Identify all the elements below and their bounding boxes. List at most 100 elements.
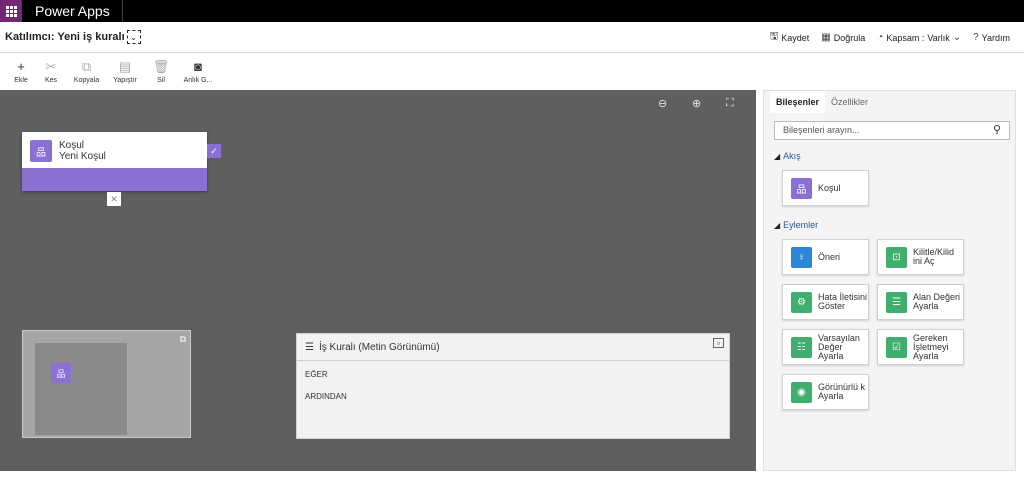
- tile-recommendation[interactable]: ♀ Öneri: [782, 239, 869, 275]
- close-icon[interactable]: ✕: [107, 192, 121, 206]
- text-view-panel: ☰ İş Kuralı (Metin Görünümü) ▫ EĞER ARDI…: [296, 333, 730, 439]
- status-strip: [0, 471, 1024, 484]
- text-view-then: ARDINDAN: [305, 392, 347, 401]
- zoom-in-icon[interactable]: ⊕: [692, 97, 701, 110]
- search-icon[interactable]: ⚲: [993, 122, 1001, 139]
- validate-icon: ▦: [821, 32, 831, 43]
- text-view-header: ☰ İş Kuralı (Metin Görünümü): [297, 334, 729, 361]
- tile-label: Varsayılan Değer Ayarla: [818, 332, 860, 361]
- paste-label: Yapıştır: [113, 77, 137, 84]
- condition-footer: [22, 168, 207, 191]
- validate-label: Doğrula: [833, 32, 866, 43]
- snapshot-label: Anlık G...: [183, 77, 213, 84]
- section-actions-label: Eylemler: [783, 220, 819, 230]
- condition-name: Yeni Koşul: [59, 151, 106, 162]
- toolbar: + Ekle ✂ Kes ⧉ Kopyala ▤ Yapıştır 🗑 Sil …: [0, 54, 1024, 90]
- add-label: Ekle: [14, 77, 28, 84]
- snapshot-button[interactable]: ◙ Anlık G...: [177, 54, 219, 90]
- condition-icon: 品: [51, 363, 71, 383]
- chevron-down-icon[interactable]: ⌄: [126, 30, 141, 44]
- help-button[interactable]: ? Yardım: [973, 32, 1010, 43]
- scope-label: Kapsam :: [886, 32, 925, 43]
- copy-label: Kopyala: [73, 77, 100, 84]
- tile-set-required[interactable]: ☑ Gereken İşletmeyi Ayarla: [877, 329, 964, 365]
- minimap[interactable]: 品 ⧉: [22, 330, 191, 438]
- required-icon: ☑: [886, 336, 907, 358]
- tile-label: Görünürlü k Ayarla: [818, 382, 866, 401]
- rules-icon: ☰: [305, 341, 314, 353]
- condition-icon: 品: [791, 177, 812, 199]
- top-bar: Power Apps: [0, 0, 1024, 22]
- app-launcher-icon[interactable]: [0, 0, 22, 22]
- lightbulb-icon: ♀: [791, 246, 812, 268]
- checkmark-icon[interactable]: ✓: [207, 144, 221, 158]
- tile-label: Koşul: [818, 182, 841, 193]
- page-title: Katılımcı: Yeni iş kuralı ⌄: [0, 30, 141, 44]
- text-view-if: EĞER: [305, 370, 328, 379]
- chevron-down-icon: ⌄: [952, 32, 962, 43]
- tile-label: Kilitle/Kilid ini Aç: [913, 247, 955, 266]
- tile-label: Öneri: [818, 251, 841, 262]
- tile-lock-unlock[interactable]: ⊡ Kilitle/Kilid ini Aç: [877, 239, 964, 275]
- tab-components[interactable]: Bileşenler: [770, 91, 826, 113]
- cut-button[interactable]: ✂ Kes: [34, 54, 68, 90]
- lock-icon: ⊡: [886, 246, 907, 268]
- panel-tabs: Bileşenler Özellikler: [770, 91, 874, 113]
- save-icon: 🖫: [769, 31, 779, 42]
- components-panel: Bileşenler Özellikler Bileşenleri arayın…: [763, 90, 1016, 471]
- section-flow-label: Akış: [783, 151, 801, 161]
- copy-icon: ⧉: [81, 59, 92, 74]
- tile-set-default-value[interactable]: ☷ Varsayılan Değer Ayarla: [782, 329, 869, 365]
- section-flow[interactable]: ◢ Akış: [774, 151, 801, 161]
- condition-icon: 品: [30, 140, 52, 162]
- tile-set-visibility[interactable]: ◉ Görünürlü k Ayarla: [782, 374, 869, 410]
- expand-icon[interactable]: ▫: [713, 338, 724, 348]
- tile-label: Hata İletisini Göster: [818, 292, 868, 311]
- title-bar: Katılımcı: Yeni iş kuralı ⌄ 🖫 Kaydet ▦ D…: [0, 22, 1024, 53]
- validate-button[interactable]: ▦ Doğrula: [821, 32, 865, 43]
- tile-label: Alan Değeri Ayarla: [913, 292, 961, 311]
- minimap-viewport[interactable]: 品: [35, 343, 127, 435]
- visibility-icon: ◉: [791, 381, 812, 403]
- search-input[interactable]: Bileşenleri arayın... ⚲: [774, 121, 1010, 140]
- app-name[interactable]: Power Apps: [22, 0, 123, 22]
- default-value-icon: ☷: [791, 336, 812, 358]
- delete-button[interactable]: 🗑 Sil: [145, 54, 177, 90]
- tile-label: Gereken İşletmeyi Ayarla: [913, 332, 949, 361]
- help-label: Yardım: [981, 32, 1010, 43]
- trash-icon: 🗑: [152, 59, 170, 74]
- title-actions: 🖫 Kaydet ▦ Doğrula ◔ Kapsam : Varlık ⌄ ?…: [770, 22, 1010, 53]
- designer-canvas[interactable]: ⊖ ⊕ ⛶ 品 Koşul Yeni Koşul ✓ ✕ 品 ⧉ ☰ İş Ku…: [0, 90, 756, 471]
- page-title-text: Katılımcı: Yeni iş kuralı: [5, 31, 125, 43]
- copy-button[interactable]: ⧉ Kopyala: [68, 54, 105, 90]
- save-label: Kaydet: [781, 32, 810, 43]
- collapse-icon: ◢: [774, 220, 781, 230]
- tile-show-error[interactable]: ⚙ Hata İletisini Göster: [782, 284, 869, 320]
- cut-label: Kes: [44, 77, 58, 84]
- field-value-icon: ☰: [886, 291, 907, 313]
- condition-node[interactable]: 品 Koşul Yeni Koşul: [22, 132, 207, 191]
- help-icon: ?: [973, 32, 979, 43]
- fit-to-screen-icon[interactable]: ⛶: [726, 97, 734, 110]
- zoom-out-icon[interactable]: ⊖: [658, 97, 667, 110]
- tile-condition[interactable]: 品 Koşul: [782, 170, 869, 206]
- add-button[interactable]: + Ekle: [8, 54, 34, 90]
- expand-icon[interactable]: ⧉: [180, 334, 186, 345]
- camera-icon: ◙: [194, 59, 202, 74]
- paste-button[interactable]: ▤ Yapıştır: [105, 54, 145, 90]
- section-actions[interactable]: ◢ Eylemler: [774, 220, 818, 230]
- delete-label: Sil: [157, 77, 165, 84]
- tab-properties[interactable]: Özellikler: [825, 91, 874, 113]
- scope-value: Varlık: [927, 32, 950, 43]
- scissors-icon: ✂: [45, 59, 57, 74]
- scope-icon: ◔: [877, 32, 884, 43]
- plus-icon: +: [17, 59, 25, 74]
- scope-dropdown[interactable]: ◔ Kapsam : Varlık ⌄: [877, 32, 961, 43]
- save-button[interactable]: 🖫 Kaydet: [770, 29, 810, 46]
- condition-type: Koşul: [59, 140, 85, 151]
- text-view-title: İş Kuralı (Metin Görünümü): [318, 341, 440, 353]
- search-placeholder: Bileşenleri arayın...: [783, 125, 860, 135]
- error-icon: ⚙: [791, 291, 812, 313]
- tile-set-field-value[interactable]: ☰ Alan Değeri Ayarla: [877, 284, 964, 320]
- paste-icon: ▤: [118, 59, 132, 74]
